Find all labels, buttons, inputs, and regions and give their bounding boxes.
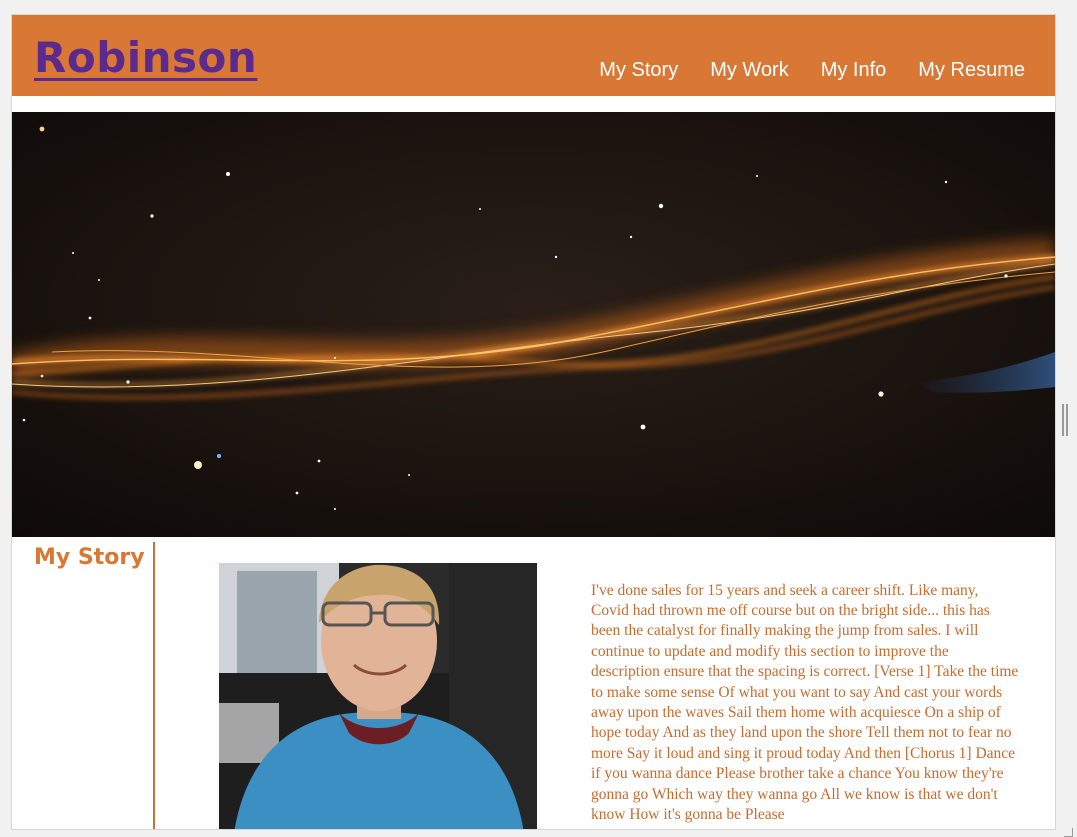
main-nav: My Story My Work My Info My Resume bbox=[567, 59, 1025, 82]
hero-image bbox=[12, 112, 1055, 537]
story-paragraph: I've done sales for 15 years and seek a … bbox=[591, 581, 1019, 823]
section-heading: My Story bbox=[34, 545, 145, 570]
nav-my-resume[interactable]: My Resume bbox=[918, 59, 1025, 82]
hero-graphic bbox=[12, 112, 1055, 537]
portrait-graphic bbox=[219, 563, 537, 829]
nav-my-info[interactable]: My Info bbox=[821, 59, 887, 82]
section-divider bbox=[153, 542, 155, 829]
site-header: Robinson My Story My Work My Info My Res… bbox=[12, 15, 1055, 96]
resize-grip-icon[interactable] bbox=[1062, 404, 1068, 436]
portrait-photo bbox=[219, 563, 537, 829]
brand-link[interactable]: Robinson bbox=[34, 37, 257, 79]
resize-corner-icon[interactable] bbox=[1064, 828, 1073, 837]
page-container: Robinson My Story My Work My Info My Res… bbox=[11, 14, 1056, 830]
nav-my-story[interactable]: My Story bbox=[599, 59, 678, 82]
nav-my-work[interactable]: My Work bbox=[710, 59, 789, 82]
